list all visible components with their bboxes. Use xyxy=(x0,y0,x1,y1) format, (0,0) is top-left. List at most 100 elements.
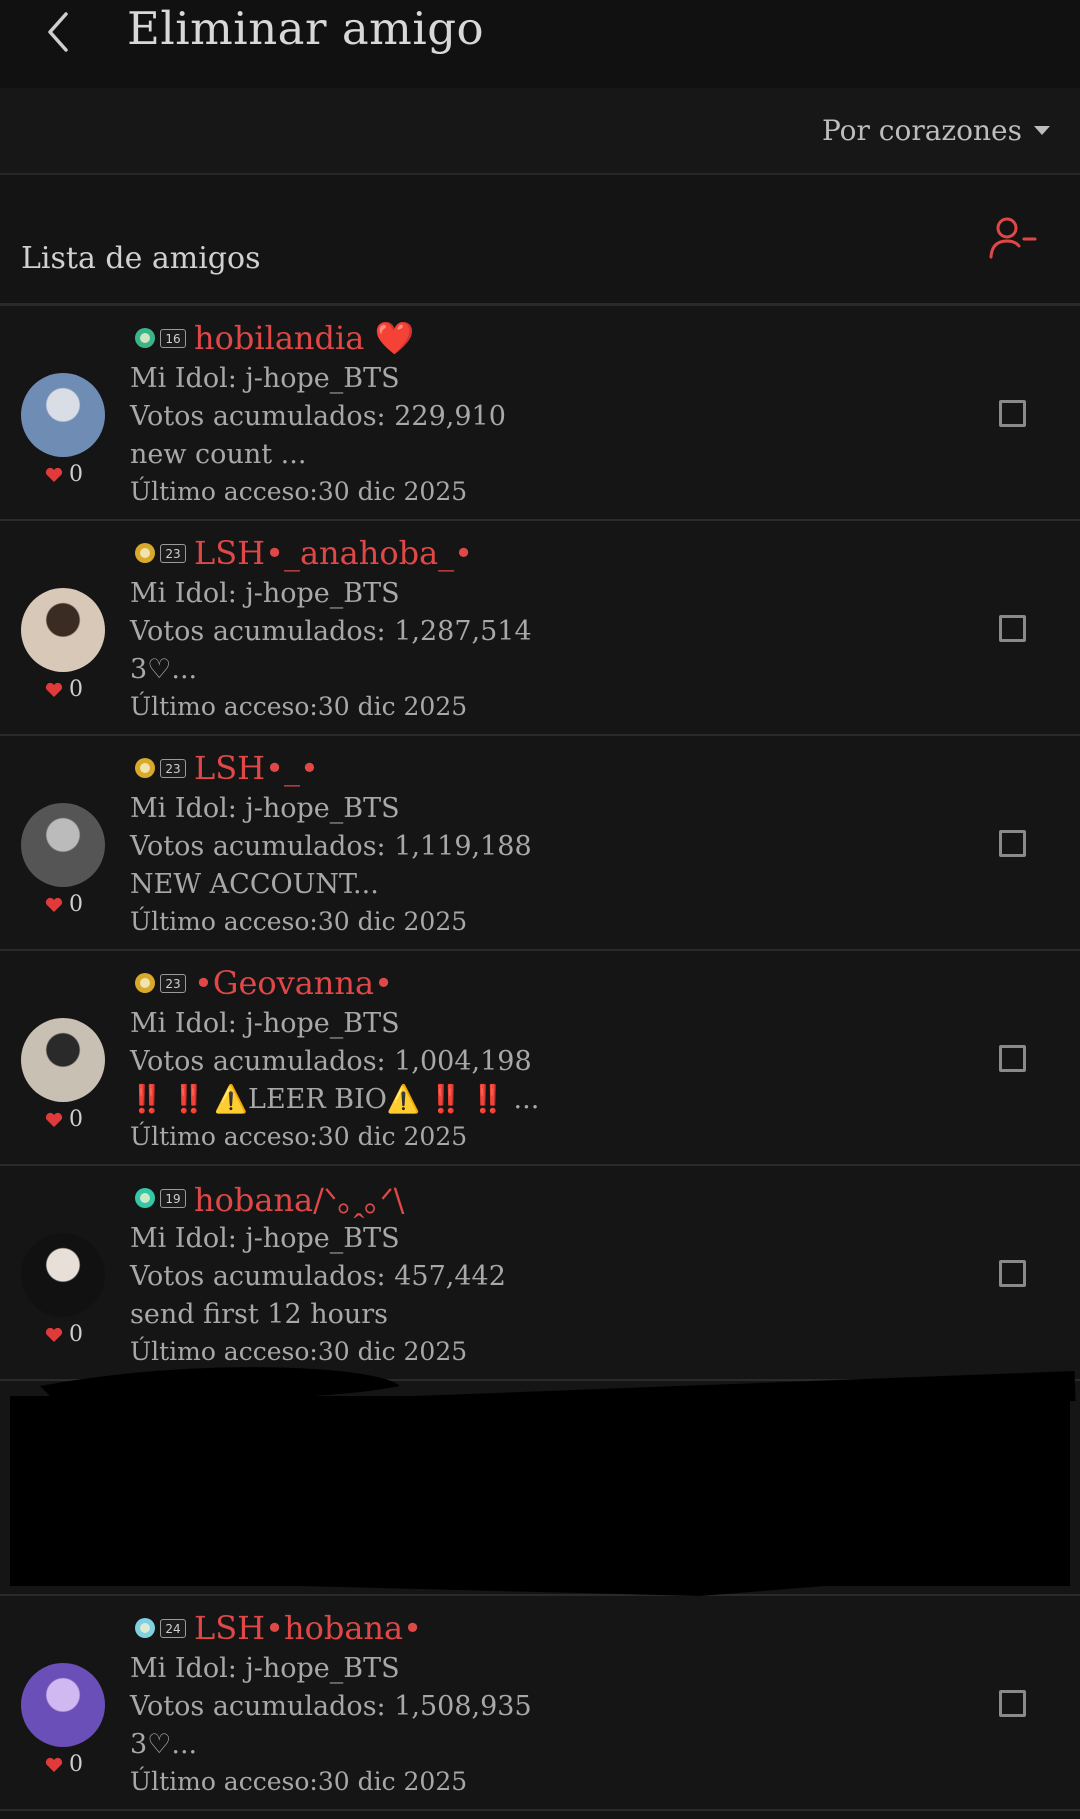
friend-row[interactable]: 0 23 LSH•_• Mi Idol: j-hope_BTS Votos ac… xyxy=(0,736,1080,951)
select-checkbox[interactable] xyxy=(999,830,1026,857)
remove-friend-icon[interactable] xyxy=(988,215,1038,265)
badge-emblem-icon xyxy=(135,328,155,348)
friend-name[interactable]: LSH•hobana• xyxy=(194,1609,422,1647)
friends-list-label: Lista de amigos xyxy=(21,241,261,276)
friends-list: 0 16 hobilandia ❤️ Mi Idol: j-hope_BTS V… xyxy=(0,306,1080,1811)
friend-row[interactable]: 0 23 LSH•_anahoba_• Mi Idol: j-hope_BTS … xyxy=(0,521,1080,736)
friend-votes: Votos acumulados: 1,508,935 xyxy=(130,1691,532,1722)
select-checkbox[interactable] xyxy=(999,1475,1026,1502)
friend-info: 16 hobilandia ❤️ Mi Idol: j-hope_BTS Vot… xyxy=(130,316,506,510)
level-badge xyxy=(130,1398,186,1428)
friend-last-access: Último acceso:30 dic 2025 xyxy=(130,1337,468,1366)
level-badge: 19 xyxy=(130,1183,186,1213)
sort-dropdown[interactable]: Por corazones xyxy=(822,114,1050,147)
friend-row[interactable]: 0 23 •Geovanna• Mi Idol: j-hope_BTS Voto… xyxy=(0,951,1080,1166)
level-number: 19 xyxy=(160,1189,186,1208)
heart-icon xyxy=(45,897,63,912)
friend-name[interactable]: hobilandia ❤️ xyxy=(194,319,414,357)
heart-icon xyxy=(45,1757,63,1772)
likes-value: 0 xyxy=(69,1107,83,1132)
level-badge: 23 xyxy=(130,753,186,783)
friend-votes: Votos acumulados: 1,004,198 xyxy=(130,1046,532,1077)
badge-emblem-icon xyxy=(135,758,155,778)
avatar[interactable] xyxy=(21,1663,105,1747)
friend-name[interactable]: hobana/ᐠ｡ꞈ｡ᐟ\ xyxy=(194,1175,404,1221)
page-title: Eliminar amigo xyxy=(127,2,485,55)
badge-emblem-icon xyxy=(135,1618,155,1638)
sort-bar: Por corazones xyxy=(0,88,1080,175)
friend-bio: send first 12 hours xyxy=(130,1299,389,1330)
avatar[interactable] xyxy=(21,373,105,457)
avatar[interactable] xyxy=(21,1233,105,1317)
level-number: 23 xyxy=(160,759,186,778)
friend-name[interactable]: LSH•_• xyxy=(194,749,319,787)
friend-last-access: Último acceso:30 dic 2025 xyxy=(130,477,468,506)
avatar[interactable] xyxy=(21,588,105,672)
likes-count: 0 xyxy=(45,1107,83,1132)
friend-info: Último acce xyxy=(130,1391,282,1471)
friend-row[interactable]: Último acce xyxy=(0,1381,1080,1596)
friend-row[interactable]: 0 19 hobana/ᐠ｡ꞈ｡ᐟ\ Mi Idol: j-hope_BTS V… xyxy=(0,1166,1080,1381)
avatar[interactable] xyxy=(21,1448,105,1532)
dropdown-caret-icon xyxy=(1034,126,1050,135)
friend-bio: NEW ACCOUNT... xyxy=(130,869,379,900)
friend-votes: Votos acumulados: 229,910 xyxy=(130,401,506,432)
likes-value: 0 xyxy=(69,1322,83,1347)
badge-emblem-icon xyxy=(135,543,155,563)
friend-last-access: Último acceso:30 dic 2025 xyxy=(130,1767,468,1796)
friend-idol: Mi Idol: j-hope_BTS xyxy=(130,363,400,394)
likes-count: 0 xyxy=(45,462,83,487)
level-number: 16 xyxy=(160,329,186,348)
friend-info: 23 LSH•_anahoba_• Mi Idol: j-hope_BTS Vo… xyxy=(130,531,532,725)
likes-value: 0 xyxy=(69,892,83,917)
sort-label: Por corazones xyxy=(821,114,1022,147)
friend-name[interactable]: LSH•_anahoba_• xyxy=(194,534,473,572)
friend-bio: ‼️ ‼️ ⚠️LEER BIO⚠️ ‼️ ‼️ ... xyxy=(130,1084,540,1115)
level-number: 23 xyxy=(160,544,186,563)
select-checkbox[interactable] xyxy=(999,1690,1026,1717)
friend-bio: 3♡... xyxy=(130,654,198,685)
likes-count xyxy=(45,1537,69,1553)
level-badge: 23 xyxy=(130,968,186,998)
avatar[interactable] xyxy=(21,803,105,887)
badge-emblem-icon xyxy=(135,1403,155,1423)
likes-count: 0 xyxy=(45,1322,83,1347)
select-checkbox[interactable] xyxy=(999,1260,1026,1287)
level-badge: 24 xyxy=(130,1613,186,1643)
friend-info: 24 LSH•hobana• Mi Idol: j-hope_BTS Votos… xyxy=(130,1606,532,1800)
app-bar: Eliminar amigo xyxy=(0,0,1080,88)
friend-info: 23 •Geovanna• Mi Idol: j-hope_BTS Votos … xyxy=(130,961,539,1155)
friend-bio: new count ... xyxy=(130,439,307,470)
select-checkbox[interactable] xyxy=(999,1045,1026,1072)
friend-votes: Votos acumulados: 457,442 xyxy=(130,1261,506,1292)
avatar[interactable] xyxy=(21,1018,105,1102)
level-badge: 23 xyxy=(130,538,186,568)
heart-icon xyxy=(45,1537,63,1552)
friend-last-access: Último acceso:30 dic 2025 xyxy=(130,1122,468,1151)
level-number: 24 xyxy=(160,1619,186,1638)
friend-last-access: Último acceso:30 dic 2025 xyxy=(130,907,468,936)
heart-icon xyxy=(45,1327,63,1342)
likes-value: 0 xyxy=(69,462,83,487)
select-checkbox[interactable] xyxy=(999,615,1026,642)
likes-count: 0 xyxy=(45,1752,83,1777)
select-checkbox[interactable] xyxy=(999,400,1026,427)
likes-value: 0 xyxy=(69,1752,83,1777)
friend-idol: Mi Idol: j-hope_BTS xyxy=(130,1223,400,1254)
badge-emblem-icon xyxy=(135,1188,155,1208)
badge-emblem-icon xyxy=(135,973,155,993)
friend-last-access: Último acceso:30 dic 2025 xyxy=(130,692,468,721)
friend-info: 19 hobana/ᐠ｡ꞈ｡ᐟ\ Mi Idol: j-hope_BTS Vot… xyxy=(130,1176,506,1370)
friend-idol: Mi Idol: j-hope_BTS xyxy=(130,793,400,824)
friend-votes: Votos acumulados: 1,287,514 xyxy=(130,616,532,647)
friend-idol: Mi Idol: j-hope_BTS xyxy=(130,1653,400,1684)
back-arrow-icon[interactable] xyxy=(40,8,80,56)
friends-list-header: Lista de amigos xyxy=(0,175,1080,306)
friend-idol: Mi Idol: j-hope_BTS xyxy=(130,578,400,609)
friend-row[interactable]: 0 16 hobilandia ❤️ Mi Idol: j-hope_BTS V… xyxy=(0,306,1080,521)
friend-last-access: Último acce xyxy=(130,1438,282,1467)
friend-votes: Votos acumulados: 1,119,188 xyxy=(130,831,532,862)
friend-name[interactable]: •Geovanna• xyxy=(194,964,393,1002)
friend-row[interactable]: 0 24 LSH•hobana• Mi Idol: j-hope_BTS Vot… xyxy=(0,1596,1080,1811)
likes-value: 0 xyxy=(69,677,83,702)
